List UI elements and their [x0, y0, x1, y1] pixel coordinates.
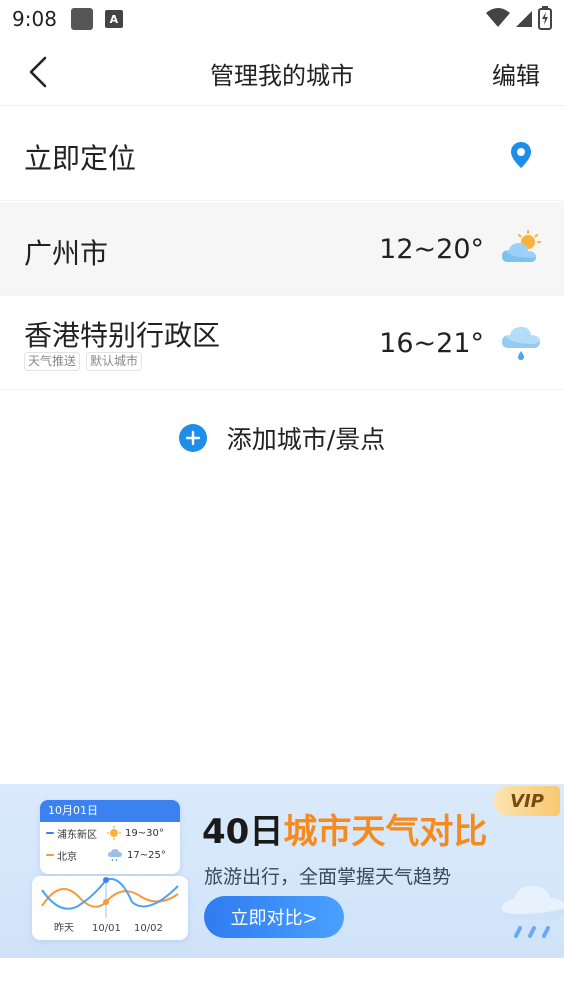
plus-icon — [178, 424, 207, 452]
locate-label: 立即定位 — [24, 142, 137, 175]
top-nav: 管理我的城市 编辑 — [0, 38, 564, 106]
status-bar: 9:08 A — [0, 0, 564, 38]
sun-icon — [107, 826, 121, 840]
city-temp: 16~21° — [379, 328, 484, 359]
x-axis-label: 10/02 — [134, 923, 163, 934]
banner-title: 40日城市天气对比 — [202, 804, 487, 853]
keyboard-a-icon: A — [104, 10, 123, 28]
banner-title-part1: 40日 — [202, 812, 284, 852]
rain-cloud-decoration-icon — [502, 886, 564, 938]
status-time: 9:08 — [12, 7, 57, 31]
card-row: 浦东新区 19~30° — [40, 822, 180, 844]
page-title: 管理我的城市 — [210, 62, 354, 90]
cloud-rain-icon — [502, 327, 540, 360]
banner-preview-card: 10月01日 浦东新区 19~30° 北京 17~25° — [40, 800, 180, 874]
weather-compare-banner[interactable]: 10月01日 浦东新区 19~30° 北京 17~25° 昨天 10/01 10… — [0, 784, 564, 958]
banner-trend-card: 昨天 10/01 10/02 — [32, 876, 188, 940]
x-axis-label: 10/01 — [92, 923, 121, 934]
vip-badge: VIP — [494, 786, 560, 816]
trend-lines — [41, 877, 179, 918]
city-name: 广州市 — [24, 237, 109, 270]
edit-button[interactable]: 编辑 — [492, 56, 540, 91]
back-button[interactable] — [18, 52, 58, 92]
city-row-hongkong[interactable]: 香港特别行政区 天气推送 默认城市 16~21° — [0, 296, 564, 390]
notification-square-icon — [70, 8, 93, 30]
card-city: 北京 — [57, 851, 77, 863]
add-city-button[interactable]: 添加城市/景点 — [0, 410, 564, 466]
chevron-left-icon — [29, 56, 47, 88]
tag-weather-push: 天气推送 — [24, 352, 81, 371]
locate-row[interactable]: 立即定位 — [0, 107, 564, 201]
card-temp: 17~25° — [127, 849, 166, 861]
banner-title-part2: 城市天气对比 — [283, 812, 488, 852]
tag-default-city: 默认城市 — [86, 352, 143, 371]
card-city: 浦东新区 — [57, 829, 97, 841]
add-city-label: 添加城市/景点 — [226, 425, 386, 454]
wifi-icon — [486, 8, 510, 27]
battery-icon — [538, 6, 552, 30]
city-temp: 12~20° — [379, 234, 484, 265]
signal-icon — [516, 11, 532, 27]
location-pin-icon — [511, 142, 531, 168]
card-temp: 19~30° — [125, 827, 164, 839]
banner-subtitle: 旅游出行，全面掌握天气趋势 — [204, 866, 452, 888]
cloud-rain-icon — [108, 849, 122, 862]
partly-cloudy-sun-icon — [502, 230, 541, 262]
city-name: 香港特别行政区 — [24, 319, 221, 352]
card-date: 10月01日 — [40, 800, 180, 822]
series-swatch — [46, 854, 54, 856]
city-tags: 天气推送 默认城市 — [24, 352, 143, 371]
x-axis-label: 昨天 — [54, 923, 74, 934]
status-icons — [486, 6, 552, 30]
compare-now-button[interactable]: 立即对比> — [204, 896, 344, 938]
card-row: 北京 17~25° — [40, 844, 180, 866]
series-swatch — [46, 832, 54, 834]
city-row-guangzhou[interactable]: 广州市 12~20° — [0, 202, 564, 296]
